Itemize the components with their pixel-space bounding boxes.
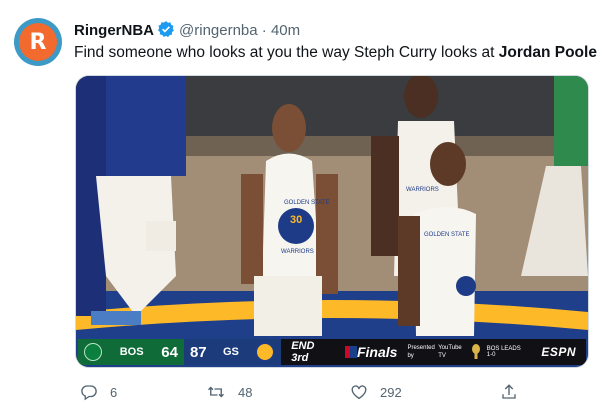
celtics-logo-icon [84,343,102,361]
sponsor-presented: Presented by [407,345,435,359]
home-team: GS [222,346,239,358]
share-icon [502,384,516,399]
away-team: BOS [119,346,144,358]
tweet-text-body: Find someone who looks at you the way St… [74,44,499,61]
verified-badge-icon [157,20,175,44]
avatar[interactable]: R [14,18,62,66]
tweet-text-bold: Jordan Poole [498,44,597,61]
reply-button[interactable]: 6 [80,378,117,406]
like-count: 292 [380,384,402,400]
network-logo: ESPN [541,345,577,359]
retweet-icon [208,386,224,398]
timestamp[interactable]: 40m [271,22,300,39]
retweet-count: 48 [238,384,253,400]
share-button[interactable] [500,378,530,406]
tweet-text: Find someone who looks at you the way St… [74,43,597,63]
retweet-button[interactable]: 48 [206,378,252,406]
trophy-icon [471,339,481,365]
reply-count: 6 [110,384,118,400]
reply-icon [81,385,97,401]
tweet-actions: 6 48 292 [80,378,550,406]
curry-jersey-team: WARRIORS [281,249,314,255]
sponsor-name: YouTube TV [438,345,462,359]
finals-label: Finals [356,344,398,360]
scorebug: BOS 64 87 GS END 3rd Finals Presented by… [78,339,586,365]
tweet-media[interactable]: GOLDEN STATE 30 WARRIORS WARRIORS GOLDEN… [75,75,589,368]
avatar-letter: R [29,29,47,55]
scorebug-home: 87 GS [183,339,282,365]
media-image: GOLDEN STATE 30 WARRIORS WARRIORS GOLDEN… [76,76,588,367]
scorebug-away: BOS 64 [78,339,184,365]
tweet-header: RingerNBA @ringernba · 40m [74,20,300,44]
avatar-logo: R [19,23,57,61]
like-icon [351,385,367,400]
home-score: 87 [189,343,207,361]
curry-jersey-number: 30 [290,214,302,226]
warriors-logo-icon [255,342,276,362]
like-button[interactable]: 292 [350,378,402,406]
handle[interactable]: @ringernba [179,22,258,39]
game-period: END 3rd [291,340,315,364]
finals-logo: Finals [339,339,403,365]
sponsor: Presented by YouTube TV [403,339,470,365]
curry-jersey-brand: GOLDEN STATE [284,200,329,206]
back-jersey-team: WARRIORS [406,187,439,193]
display-name[interactable]: RingerNBA [74,22,154,39]
series-status: BOS LEADS 1-0 [486,346,521,358]
away-score: 64 [161,343,178,361]
nba-logo-icon [344,346,357,358]
poole-jersey-brand: GOLDEN STATE [424,232,469,238]
